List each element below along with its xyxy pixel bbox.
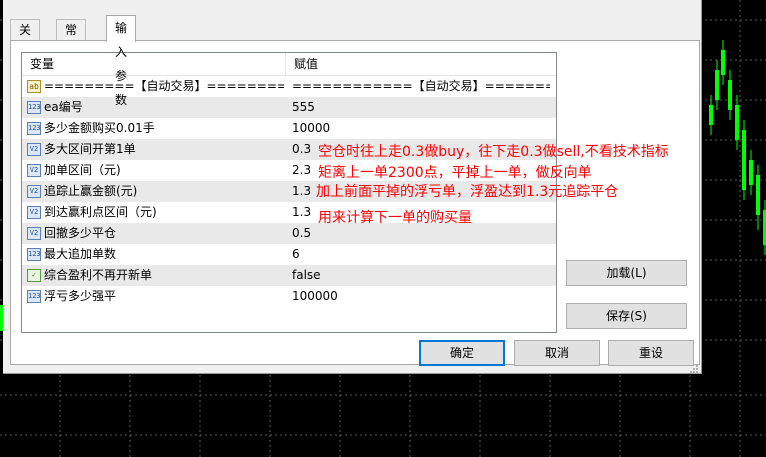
grid-header: 变量 赋值	[22, 53, 556, 76]
double-type-icon: V2	[27, 164, 41, 177]
parameter-name: 浮亏多少强平	[44, 289, 117, 303]
tab-inputs[interactable]: 输入参数	[106, 15, 137, 107]
table-row[interactable]: 123 多少金额购买0.01手 10000	[22, 118, 556, 139]
table-row[interactable]: ✓ 综合盈利不再开新单 false	[22, 265, 556, 286]
annotation-lot-size: 用来计算下一单的购买量	[318, 210, 472, 226]
parameter-value[interactable]: ============【自动交易】=======...	[292, 76, 550, 97]
string-type-icon: ab	[27, 80, 41, 93]
int-type-icon: 123	[27, 290, 41, 303]
parameter-name: 到达赢利点区间（元)	[44, 205, 157, 219]
candle-body	[715, 70, 719, 100]
parameter-value[interactable]: 555	[292, 97, 550, 118]
save-button[interactable]: 保存(S)	[566, 303, 687, 329]
double-type-icon: V2	[27, 185, 41, 198]
candle-body	[735, 105, 739, 140]
annotation-first-order: 空仓时往上走0.3做buy，往下走0.3做sell,不看技术指标	[318, 144, 669, 160]
candle-body	[749, 160, 753, 185]
table-row[interactable]: 123 最大追加单数 6	[22, 244, 556, 265]
table-row[interactable]: 123 ea编号 555	[22, 97, 556, 118]
table-row[interactable]: V2 到达赢利点区间（元) 1.3	[22, 202, 556, 223]
candle-body	[721, 50, 725, 75]
ok-button[interactable]: 确定	[419, 340, 505, 366]
double-type-icon: V2	[27, 143, 41, 156]
parameter-name: 追踪止赢金额(元)	[44, 184, 138, 198]
parameter-name: =========【自动交易】========	[44, 79, 284, 93]
load-button[interactable]: 加载(L)	[566, 260, 687, 286]
double-type-icon: V2	[27, 206, 41, 219]
column-header-variable[interactable]: 变量	[22, 53, 286, 75]
double-type-icon: V2	[27, 227, 41, 240]
tab-about[interactable]: 关于	[10, 19, 41, 58]
parameter-value[interactable]: false	[292, 265, 550, 286]
parameter-name: 多大区间开第1单	[44, 142, 136, 156]
expert-properties-dialog: 关于 常用 输入参数 变量 赋值 ab=========【自动交易】======…	[3, 0, 702, 374]
parameter-name: ea编号	[44, 100, 83, 114]
int-type-icon: 123	[27, 248, 41, 261]
cancel-button[interactable]: 取消	[514, 340, 600, 366]
int-type-icon: 123	[27, 122, 41, 135]
bool-type-icon: ✓	[27, 269, 41, 282]
candle-body	[756, 175, 760, 215]
parameter-name: 最大追加单数	[44, 247, 117, 261]
table-row[interactable]: 123 浮亏多少强平 100000	[22, 286, 556, 307]
parameter-value[interactable]: 100000	[292, 286, 550, 307]
column-header-value[interactable]: 赋值	[286, 53, 556, 75]
parameter-value[interactable]: 10000	[292, 118, 550, 139]
annotation-add-order: 矩离上一单2300点，平掉上一单，做反向单	[318, 165, 592, 181]
candle-body	[709, 105, 713, 125]
parameter-name: 加单区间（元)	[44, 163, 121, 177]
parameter-name: 回撤多少平仓	[44, 226, 117, 240]
tab-common[interactable]: 常用	[56, 19, 87, 58]
int-type-icon: 123	[27, 101, 41, 114]
parameter-name: 多少金额购买0.01手	[44, 121, 155, 135]
candle-body	[728, 80, 732, 110]
resize-grip-icon[interactable]	[689, 364, 699, 374]
table-row[interactable]: V2 回撤多少平仓 0.5	[22, 223, 556, 244]
reset-button[interactable]: 重设	[608, 340, 694, 366]
candle-body	[742, 130, 746, 190]
table-row[interactable]: ab =========【自动交易】======== ============【自动…	[22, 76, 556, 97]
annotation-trailing: 加上前面平掉的浮亏单，浮盈达到1.3元追踪平仓	[316, 184, 619, 200]
parameter-value[interactable]: 6	[292, 244, 550, 265]
parameter-name: 综合盈利不再开新单	[44, 268, 153, 282]
